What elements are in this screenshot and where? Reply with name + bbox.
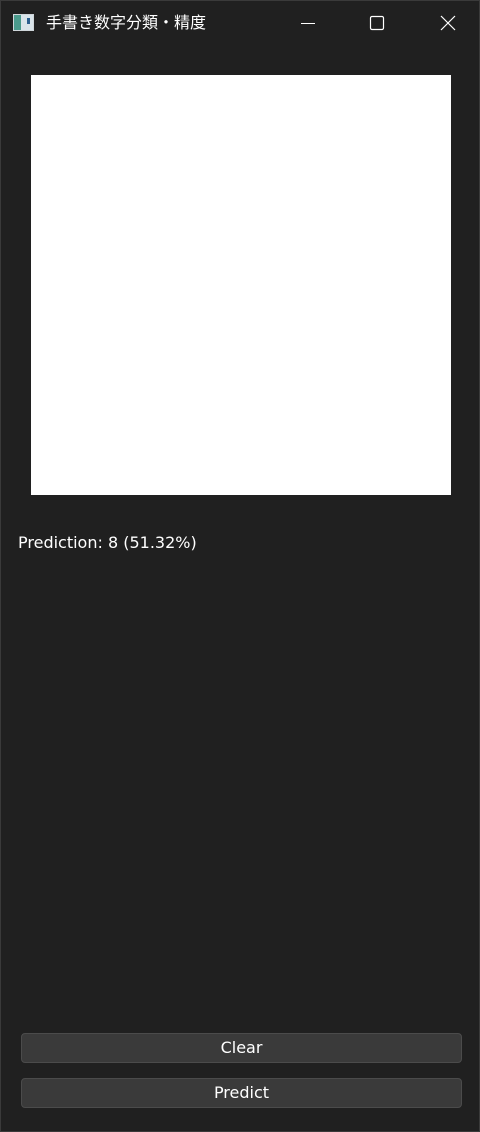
drawing-canvas[interactable]: [31, 75, 451, 495]
minimize-button[interactable]: [278, 1, 338, 45]
close-icon: [440, 15, 456, 31]
prediction-label: Prediction: 8 (51.32%): [18, 533, 197, 552]
app-window-icon: [13, 14, 34, 31]
clear-button[interactable]: Clear: [21, 1033, 462, 1063]
title-bar[interactable]: 手書き数字分類・精度: [1, 1, 479, 45]
maximize-button[interactable]: [347, 1, 407, 45]
app-window: 手書き数字分類・精度 Prediction: 8 (51.32%) Clear …: [0, 0, 480, 1132]
predict-button[interactable]: Predict: [21, 1078, 462, 1108]
maximize-icon: [369, 15, 385, 31]
window-title: 手書き数字分類・精度: [46, 13, 207, 32]
close-button[interactable]: [418, 1, 478, 45]
minimize-icon: [301, 23, 315, 24]
